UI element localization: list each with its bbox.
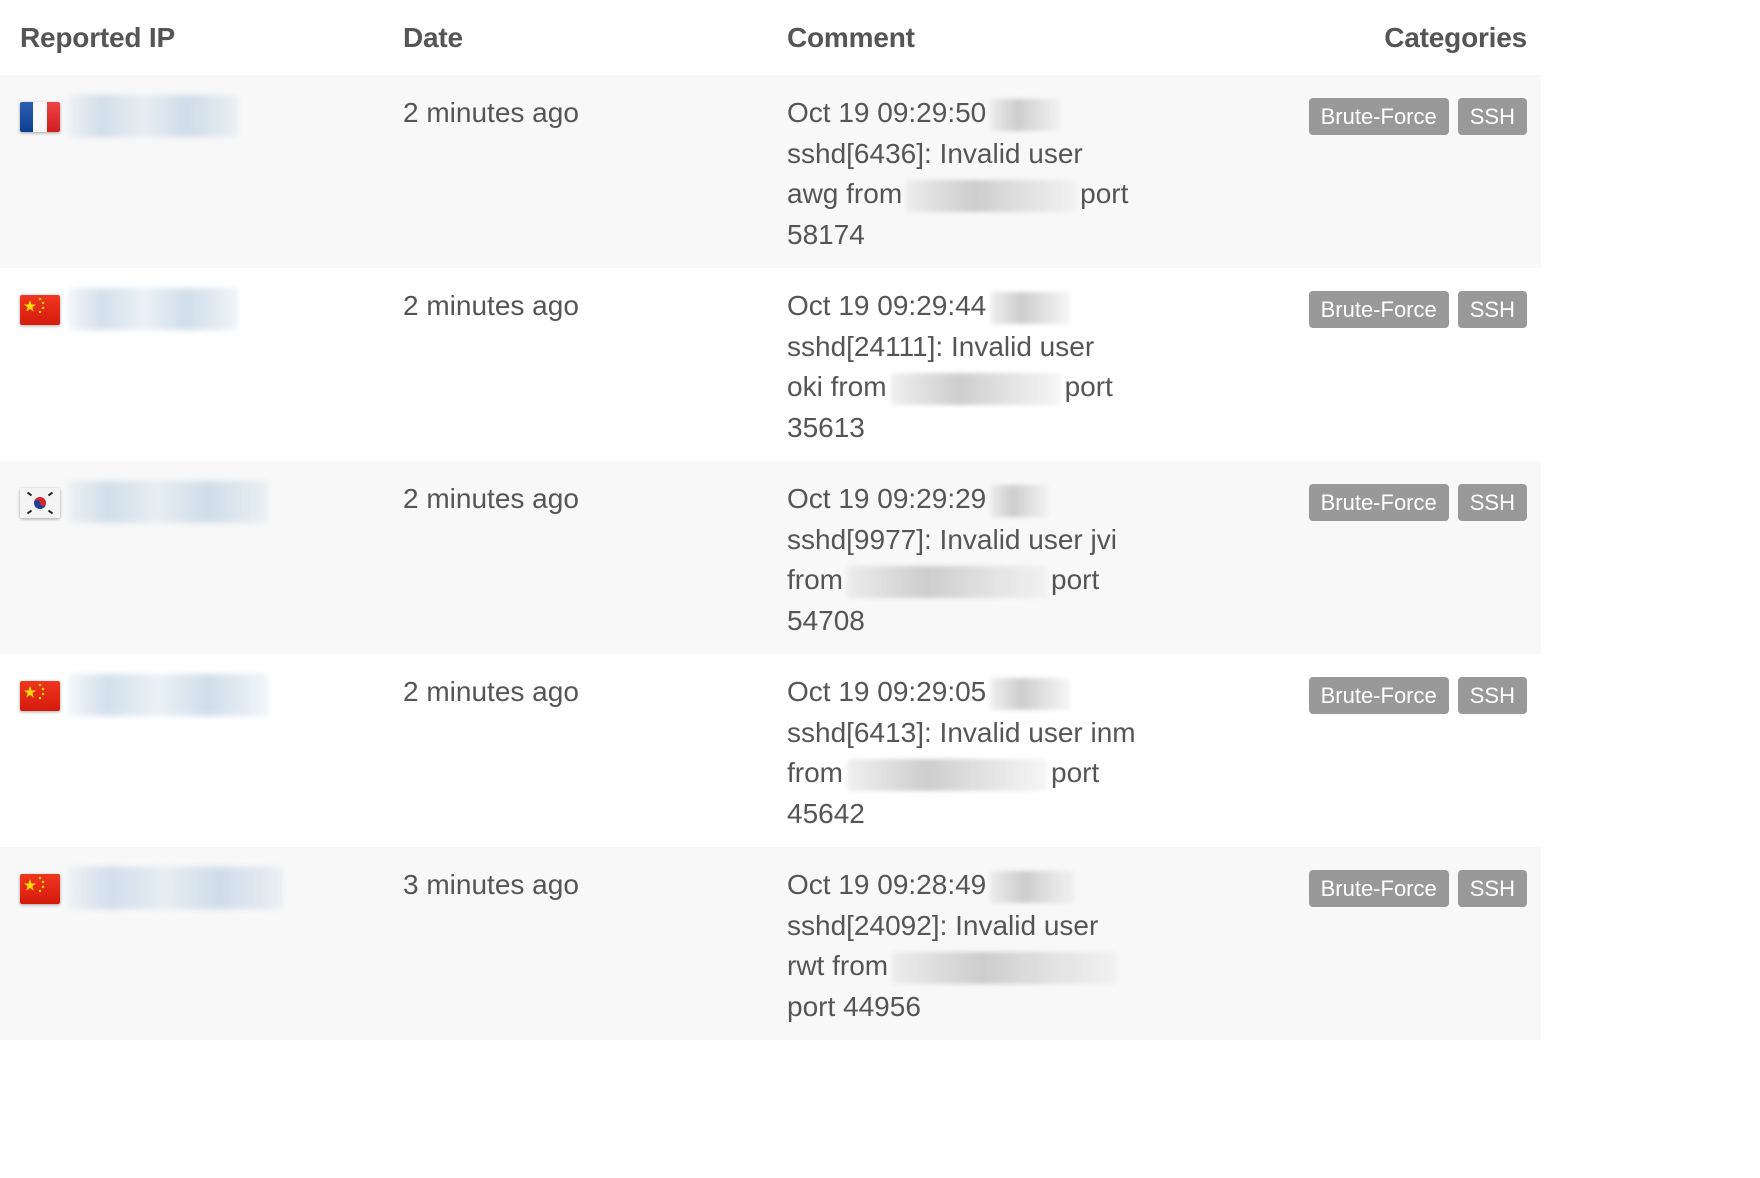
categories: Brute-Force SSH xyxy=(1308,677,1527,714)
comment-line: sshd[6413]: Invalid user inm xyxy=(787,716,1136,748)
category-tag[interactable]: SSH xyxy=(1457,98,1527,135)
comment-line: port xyxy=(1080,178,1129,209)
category-tag[interactable]: SSH xyxy=(1457,677,1527,714)
comment-line: Oct 19 09:29:50 xyxy=(787,97,987,128)
categories: Brute-Force SSH xyxy=(1308,291,1527,328)
redacted-ip xyxy=(847,758,1047,791)
redacted-host xyxy=(990,677,1071,710)
comment-line: sshd[24092]: Invalid user xyxy=(787,909,1099,941)
report-comment: Oct 19 09:29:05 sshd[6413]: Invalid user… xyxy=(787,672,1157,834)
reported-ip-link[interactable] xyxy=(68,288,238,330)
header-date: Date xyxy=(403,22,463,53)
report-date: 2 minutes ago xyxy=(403,290,579,321)
header-reported-ip: Reported IP xyxy=(20,22,175,53)
comment-line: 58174 xyxy=(787,218,865,250)
report-comment: Oct 19 09:29:44 sshd[24111]: Invalid use… xyxy=(787,286,1157,448)
category-tag[interactable]: SSH xyxy=(1457,870,1527,907)
report-date: 2 minutes ago xyxy=(403,483,579,514)
flag-china-icon xyxy=(20,681,60,711)
table-row: 2 minutes ago Oct 19 09:29:44 sshd[24111… xyxy=(0,268,1541,461)
category-tag[interactable]: Brute-Force xyxy=(1308,677,1449,714)
table-row: 2 minutes ago Oct 19 09:29:50 sshd[6436]… xyxy=(0,75,1541,268)
table-row: 2 minutes ago Oct 19 09:29:05 sshd[6413]… xyxy=(0,654,1541,847)
category-tag[interactable]: Brute-Force xyxy=(1308,484,1449,521)
report-comment: Oct 19 09:29:29 sshd[9977]: Invalid user… xyxy=(787,479,1157,641)
comment-line: port 44956 xyxy=(787,990,921,1022)
comment-line: port xyxy=(1051,564,1100,595)
comment-line: from xyxy=(787,564,843,595)
category-tag[interactable]: Brute-Force xyxy=(1308,291,1449,328)
categories: Brute-Force SSH xyxy=(1308,98,1527,135)
table-row: 3 minutes ago Oct 19 09:28:49 sshd[24092… xyxy=(0,847,1541,1040)
comment-line: 45642 xyxy=(787,797,865,829)
table-row: 2 minutes ago Oct 19 09:29:29 sshd[9977]… xyxy=(0,461,1541,654)
redacted-host xyxy=(990,870,1076,903)
header-categories: Categories xyxy=(1384,22,1527,53)
comment-line: oki from xyxy=(787,371,887,402)
comment-line: Oct 19 09:29:44 xyxy=(787,290,987,321)
category-tag[interactable]: Brute-Force xyxy=(1308,870,1449,907)
report-date: 2 minutes ago xyxy=(403,676,579,707)
comment-line: sshd[6436]: Invalid user xyxy=(787,137,1083,169)
reported-ip-link[interactable] xyxy=(68,674,268,716)
report-date: 2 minutes ago xyxy=(403,97,579,128)
comment-line: 35613 xyxy=(787,411,865,443)
redacted-ip xyxy=(906,179,1077,212)
redacted-ip xyxy=(892,951,1118,984)
reported-ip-link[interactable] xyxy=(68,481,268,523)
category-tag[interactable]: Brute-Force xyxy=(1308,98,1449,135)
flag-south-korea-icon xyxy=(20,488,60,518)
redacted-ip xyxy=(847,565,1047,598)
comment-line: sshd[9977]: Invalid user jvi xyxy=(787,523,1117,555)
redacted-host xyxy=(990,98,1061,131)
reported-ip-link[interactable] xyxy=(68,867,283,909)
comment-line: port xyxy=(1051,757,1100,788)
comment-line: Oct 19 09:29:29 xyxy=(787,483,987,514)
report-comment: Oct 19 09:29:50 sshd[6436]: Invalid user… xyxy=(787,93,1157,255)
redacted-host xyxy=(990,484,1049,517)
flag-france-icon xyxy=(20,102,60,132)
redacted-host xyxy=(990,291,1071,324)
comment-line: rwt from xyxy=(787,950,889,981)
reported-ip-link[interactable] xyxy=(68,95,238,137)
comment-line: Oct 19 09:29:05 xyxy=(787,676,987,707)
reports-table: Reported IP Date Comment Categories 2 mi… xyxy=(0,0,1541,1040)
table-header: Reported IP Date Comment Categories xyxy=(0,0,1541,75)
comment-line: 54708 xyxy=(787,604,865,636)
categories: Brute-Force SSH xyxy=(1308,870,1527,907)
redacted-ip xyxy=(890,372,1061,405)
comment-line: Oct 19 09:28:49 xyxy=(787,869,987,900)
flag-china-icon xyxy=(20,874,60,904)
comment-line: sshd[24111]: Invalid user xyxy=(787,330,1095,362)
comment-line: from xyxy=(787,757,843,788)
category-tag[interactable]: SSH xyxy=(1457,291,1527,328)
categories: Brute-Force SSH xyxy=(1308,484,1527,521)
comment-line: awg from xyxy=(787,178,903,209)
comment-line: port xyxy=(1064,371,1113,402)
flag-china-icon xyxy=(20,295,60,325)
report-date: 3 minutes ago xyxy=(403,869,579,900)
category-tag[interactable]: SSH xyxy=(1457,484,1527,521)
header-comment: Comment xyxy=(787,22,915,53)
report-comment: Oct 19 09:28:49 sshd[24092]: Invalid use… xyxy=(787,865,1157,1027)
